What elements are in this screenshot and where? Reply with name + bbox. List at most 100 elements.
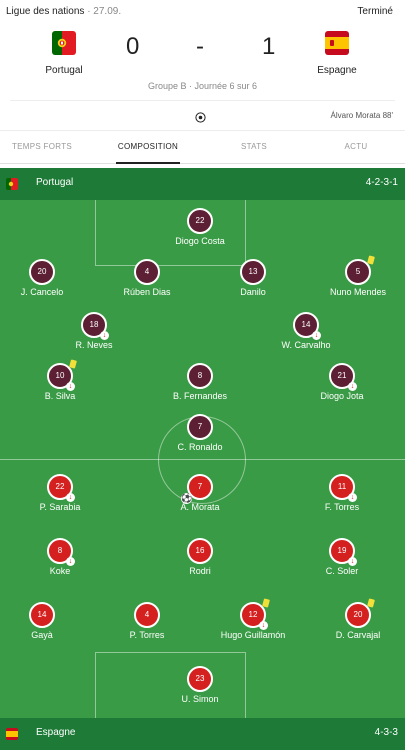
player-away-d-carvajal[interactable]: 20 D. Carvajal <box>303 598 405 640</box>
player-number: 19 <box>337 546 347 555</box>
portugal-flag-icon[interactable] <box>52 31 76 55</box>
away-team-bar: Espagne 4-3-3 <box>0 718 405 750</box>
player-number-circle: 7 <box>187 414 213 440</box>
player-home-b-fernandes[interactable]: 8 B. Fernandes <box>145 363 255 401</box>
player-home-c-ronaldo[interactable]: 7 C. Ronaldo <box>145 414 255 452</box>
player-away-hugo-guillamon[interactable]: 12 ↓ Hugo Guillamón <box>198 598 308 640</box>
divider <box>10 100 395 101</box>
player-number-circle: 10 ↓ <box>47 359 77 391</box>
player-home-ruben-dias[interactable]: 4 Rúben Dias <box>92 259 202 297</box>
player-home-diogo-jota[interactable]: 21 ↓ Diogo Jota <box>287 363 397 401</box>
player-name: B. Silva <box>44 391 76 401</box>
spain-flag-icon[interactable] <box>325 31 349 55</box>
down-arrow-icon: ↓ <box>66 557 75 566</box>
player-name: Gayà <box>31 630 53 640</box>
player-away-koke[interactable]: 8 ↓ Koke <box>5 538 115 576</box>
player-name: Koke <box>49 566 71 576</box>
player-away-p-torres[interactable]: 4 P. Torres <box>92 602 202 640</box>
player-away-u-simon[interactable]: 23 U. Simon <box>145 666 255 704</box>
player-away-c-soler[interactable]: 19 ↓ C. Soler <box>287 538 397 576</box>
player-away-a-morata[interactable]: 7 ⚽ Á. Morata <box>145 474 255 512</box>
player-away-rodri[interactable]: 16 Rodri <box>145 538 255 576</box>
player-name: Diogo Costa <box>175 236 225 246</box>
player-number: 5 <box>355 267 361 276</box>
tab-composition[interactable]: COMPOSITION <box>98 131 198 164</box>
player-name: Danilo <box>240 287 266 297</box>
player-name: Rodri <box>189 566 211 576</box>
tab-actu[interactable]: ACTU <box>314 131 398 163</box>
player-number: 7 <box>197 482 203 491</box>
player-number: 14 <box>301 320 311 329</box>
player-number: 18 <box>89 320 99 329</box>
match-date: · 27.09. <box>87 6 122 17</box>
player-name: D. Carvajal <box>335 630 381 640</box>
goal-scorer[interactable]: Álvaro Morata 88' <box>331 111 393 120</box>
away-formation: 4-3-3 <box>374 727 398 738</box>
player-away-p-sarabia[interactable]: 22 ↓ P. Sarabia <box>5 474 115 512</box>
player-number: 23 <box>195 674 205 683</box>
player-home-r-neves[interactable]: 18 ↓ R. Neves <box>39 312 149 350</box>
player-number-circle: 20 <box>345 598 375 628</box>
player-number-circle: 16 <box>187 538 213 564</box>
competition-name: Ligue des nations <box>6 6 85 17</box>
down-arrow-icon: ↓ <box>348 557 357 566</box>
player-number-circle: 5 <box>345 255 375 285</box>
player-home-cancelo[interactable]: 20 J. Cancelo <box>0 259 97 297</box>
competition-label[interactable]: Ligue des nations · 27.09. <box>6 6 121 17</box>
player-number: 12 <box>248 610 258 619</box>
player-number: 4 <box>144 267 150 276</box>
player-away-gaya[interactable]: 14 Gayà <box>0 602 97 640</box>
player-number: 10 <box>55 371 65 380</box>
player-home-w-carvalho[interactable]: 14 ↓ W. Carvalho <box>251 312 361 350</box>
yellow-card-icon <box>69 359 77 369</box>
player-number-circle: 8 <box>187 363 213 389</box>
player-number: 22 <box>55 482 65 491</box>
player-number-circle: 14 <box>29 602 55 628</box>
player-name: C. Soler <box>325 566 359 576</box>
player-number: 11 <box>337 482 347 491</box>
home-score: 0 <box>126 33 140 60</box>
player-home-diogo-costa[interactable]: 22 Diogo Costa <box>145 208 255 246</box>
player-home-nuno-mendes[interactable]: 5 Nuno Mendes <box>303 255 405 297</box>
away-score: 1 <box>262 33 276 60</box>
home-team-bar: Portugal 4-2-3-1 <box>0 168 405 200</box>
player-number-circle: 14 ↓ <box>293 312 321 340</box>
yellow-card-icon <box>367 255 375 265</box>
player-name: W. Carvalho <box>281 340 331 350</box>
player-number-circle: 7 ⚽ <box>181 474 213 504</box>
player-number-circle: 12 ↓ <box>240 598 270 630</box>
down-arrow-icon: ↓ <box>100 331 109 340</box>
yellow-card-icon <box>262 598 270 608</box>
player-number-circle: 8 ↓ <box>47 538 75 566</box>
player-number-circle: 18 ↓ <box>81 312 109 340</box>
match-tabs: TEMPS FORTS COMPOSITION STATS ACTU <box>0 130 405 164</box>
player-number-circle: 21 ↓ <box>329 363 357 391</box>
player-number: 8 <box>197 371 203 380</box>
down-arrow-icon: ↓ <box>348 382 357 391</box>
player-name: R. Neves <box>75 340 113 350</box>
player-number: 7 <box>197 422 203 431</box>
player-number-circle: 20 <box>29 259 55 285</box>
down-arrow-icon: ↓ <box>66 382 75 391</box>
away-team-name[interactable]: Espagne <box>297 65 377 76</box>
player-number: 20 <box>353 610 363 619</box>
away-team-label: Espagne <box>36 727 76 738</box>
tab-stats[interactable]: STATS <box>212 131 296 163</box>
player-name: U. Simon <box>181 694 219 704</box>
player-name: Hugo Guillamón <box>220 630 286 640</box>
player-number-circle: 19 ↓ <box>329 538 357 566</box>
player-number-circle: 13 <box>240 259 266 285</box>
player-name: Diogo Jota <box>320 391 364 401</box>
tab-temps-forts[interactable]: TEMPS FORTS <box>0 131 84 163</box>
player-number: 21 <box>337 371 347 380</box>
goal-ball-icon <box>195 110 206 128</box>
player-number: 16 <box>195 546 205 555</box>
player-away-f-torres[interactable]: 11 ↓ F. Torres <box>287 474 397 512</box>
down-arrow-icon: ↓ <box>66 493 75 502</box>
player-name: P. Torres <box>129 630 165 640</box>
player-home-b-silva[interactable]: 10 ↓ B. Silva <box>5 359 115 401</box>
player-home-danilo[interactable]: 13 Danilo <box>198 259 308 297</box>
home-formation: 4-2-3-1 <box>365 177 398 188</box>
home-team-name[interactable]: Portugal <box>24 65 104 76</box>
player-number-circle: 22 ↓ <box>47 474 75 502</box>
